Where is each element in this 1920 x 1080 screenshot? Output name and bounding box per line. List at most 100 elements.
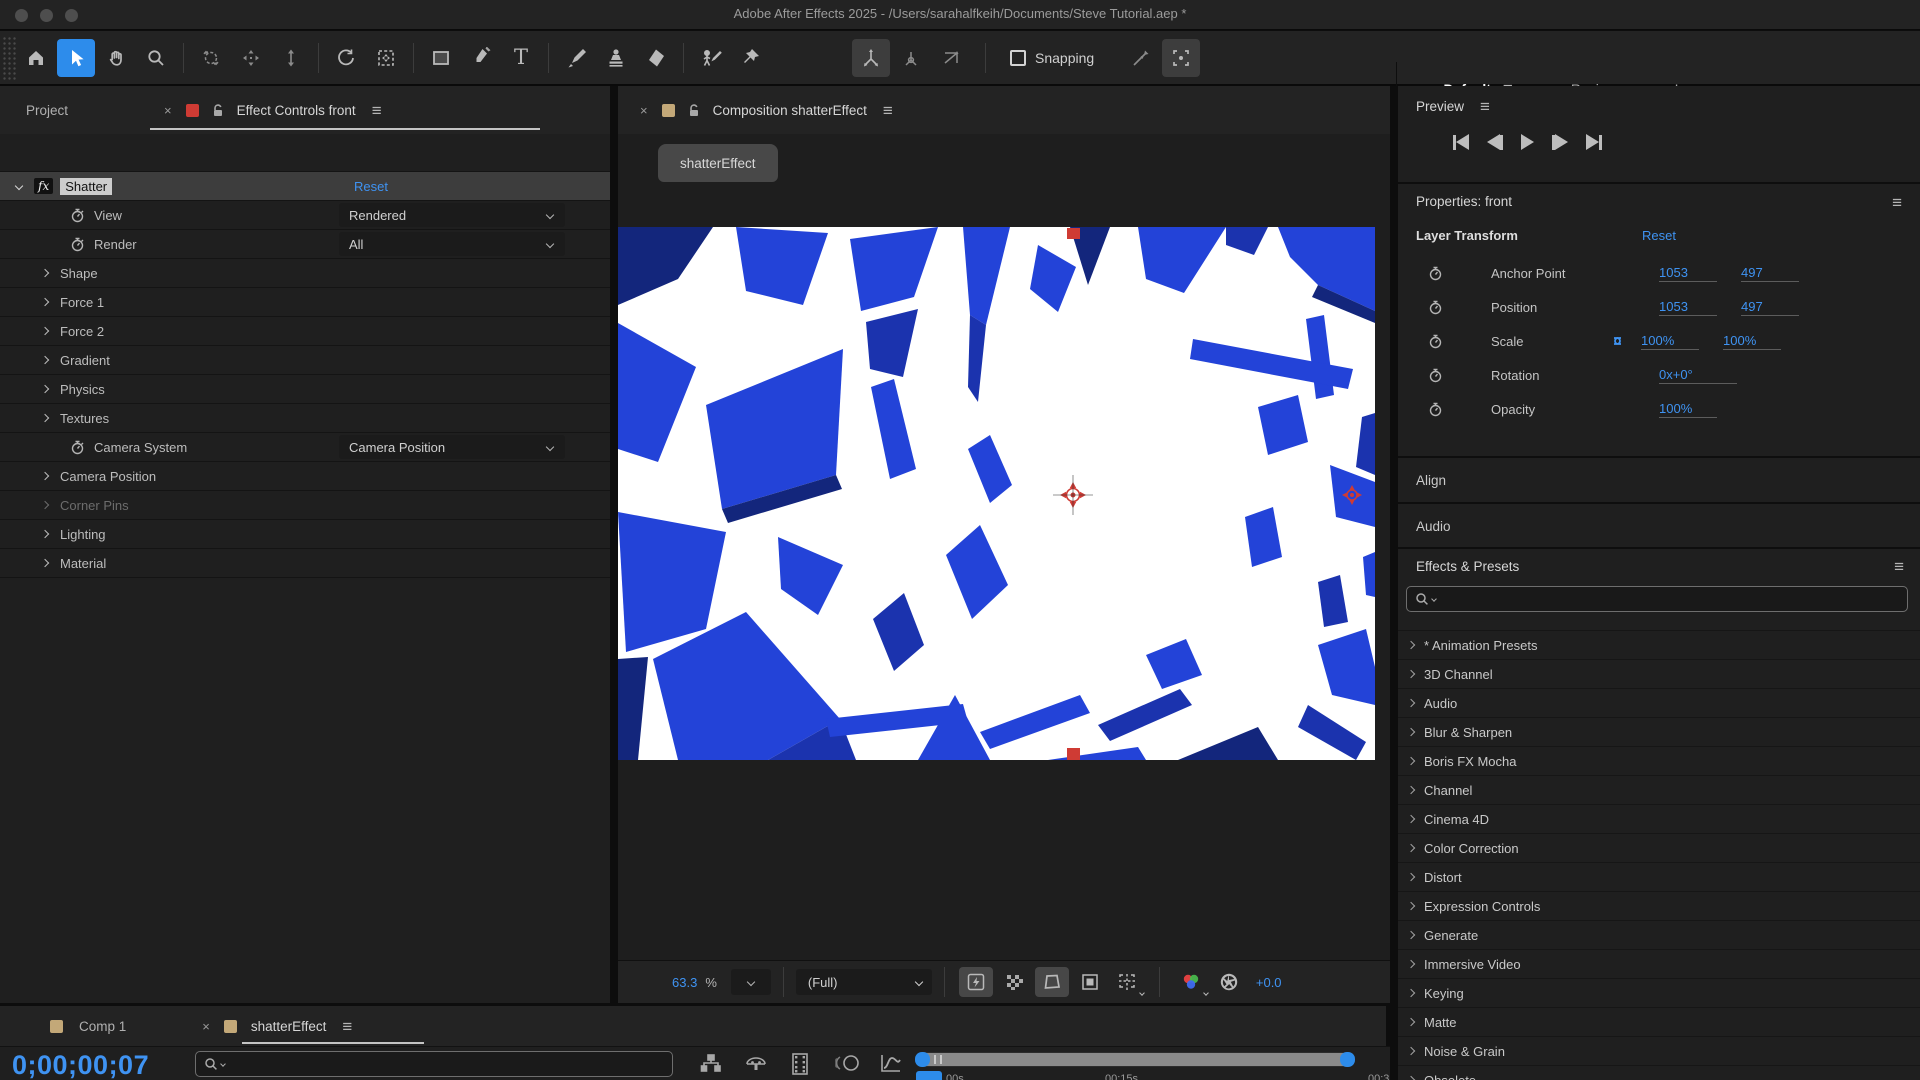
- stopwatch-icon[interactable]: [1428, 266, 1443, 281]
- motion-blur-icon[interactable]: [835, 1053, 861, 1073]
- fx-category-color-correction[interactable]: Color Correction: [1398, 833, 1920, 862]
- composition-mini-flowchart-icon[interactable]: [700, 1053, 722, 1073]
- properties-panel-title[interactable]: Properties: front: [1416, 194, 1512, 209]
- close-tab-icon[interactable]: ×: [164, 103, 172, 118]
- collapse-effect-icon[interactable]: [15, 182, 23, 190]
- clone-stamp-tool-icon[interactable]: [597, 39, 635, 77]
- fx-category-generate[interactable]: Generate: [1398, 920, 1920, 949]
- region-of-interest-button[interactable]: [1073, 967, 1107, 997]
- stopwatch-icon[interactable]: [1428, 402, 1443, 417]
- last-frame-button[interactable]: [1586, 134, 1602, 150]
- dolly-camera-tool-icon[interactable]: [272, 39, 310, 77]
- puppet-pin-tool-icon[interactable]: [732, 39, 770, 77]
- effect-group-lighting[interactable]: Lighting: [0, 519, 610, 548]
- hand-tool-icon[interactable]: [97, 39, 135, 77]
- transform-reset-button[interactable]: Reset: [1642, 228, 1676, 243]
- stopwatch-icon[interactable]: [1428, 368, 1443, 383]
- shy-toggle-icon[interactable]: [745, 1053, 767, 1073]
- close-tab-icon[interactable]: ×: [640, 103, 648, 118]
- timeline-search-input[interactable]: [195, 1051, 673, 1077]
- link-scale-icon[interactable]: [1609, 335, 1626, 347]
- snap-along-edges-icon[interactable]: [1122, 39, 1160, 77]
- current-timecode[interactable]: 0;00;00;07: [12, 1050, 149, 1080]
- view-axis-mode-icon[interactable]: [932, 39, 970, 77]
- fx-category-channel[interactable]: Channel: [1398, 775, 1920, 804]
- effect-header-row[interactable]: fx Shatter Reset: [0, 171, 610, 200]
- unlock-icon[interactable]: [211, 103, 225, 118]
- snapping-checkbox[interactable]: [1010, 50, 1026, 66]
- next-frame-button[interactable]: [1552, 134, 1568, 150]
- effect-group-corner-pins[interactable]: Corner Pins: [0, 490, 610, 519]
- fx-category-matte[interactable]: Matte: [1398, 1007, 1920, 1036]
- scale-x-value[interactable]: 100%: [1641, 333, 1699, 350]
- play-button[interactable]: [1521, 134, 1534, 150]
- composition-subtab[interactable]: shatterEffect: [658, 144, 778, 182]
- stopwatch-icon[interactable]: [70, 440, 85, 455]
- effects-search-input[interactable]: [1406, 586, 1908, 612]
- fx-category-noise-grain[interactable]: Noise & Grain: [1398, 1036, 1920, 1065]
- show-channel-button[interactable]: [1174, 967, 1208, 997]
- position-y-value[interactable]: 497: [1741, 299, 1799, 316]
- zoom-tool-icon[interactable]: [137, 39, 175, 77]
- world-axis-mode-icon[interactable]: [892, 39, 930, 77]
- mask-visibility-button[interactable]: [1035, 967, 1069, 997]
- resolution-dropdown[interactable]: (Full): [796, 969, 932, 995]
- fx-category-immersive-video[interactable]: Immersive Video: [1398, 949, 1920, 978]
- effect-reset-button[interactable]: Reset: [354, 179, 388, 194]
- pan-behind-tool-icon[interactable]: [367, 39, 405, 77]
- panel-menu-icon[interactable]: ≡: [372, 102, 382, 119]
- effect-group-shape[interactable]: Shape: [0, 258, 610, 287]
- transparency-grid-button[interactable]: [997, 967, 1031, 997]
- preview-panel-title[interactable]: Preview: [1416, 99, 1464, 114]
- eraser-tool-icon[interactable]: [637, 39, 675, 77]
- timeline-menu-icon[interactable]: ≡: [342, 1018, 352, 1035]
- fx-category-cinema-4d[interactable]: Cinema 4D: [1398, 804, 1920, 833]
- home-icon[interactable]: [17, 39, 55, 77]
- magnification-dropdown[interactable]: [731, 969, 771, 995]
- fx-category-blur-sharpen[interactable]: Blur & Sharpen: [1398, 717, 1920, 746]
- rotation-tool-icon[interactable]: [327, 39, 365, 77]
- navigator-end-handle[interactable]: [1340, 1052, 1355, 1067]
- previous-frame-button[interactable]: [1487, 134, 1503, 150]
- render-dropdown[interactable]: All: [339, 232, 565, 256]
- view-dropdown[interactable]: Rendered: [339, 203, 565, 227]
- roto-brush-tool-icon[interactable]: [692, 39, 730, 77]
- fx-category-obsolete[interactable]: Obsolete: [1398, 1065, 1920, 1080]
- unlock-icon[interactable]: [687, 103, 701, 118]
- fx-category-boris-fx-mocha[interactable]: Boris FX Mocha: [1398, 746, 1920, 775]
- effect-name[interactable]: Shatter: [60, 178, 112, 195]
- pan-camera-tool-icon[interactable]: [232, 39, 270, 77]
- brush-tool-icon[interactable]: [557, 39, 595, 77]
- composition-viewport[interactable]: [618, 227, 1375, 760]
- tab-project[interactable]: Project: [26, 103, 68, 118]
- camera-system-dropdown[interactable]: Camera Position: [339, 435, 565, 459]
- stopwatch-icon[interactable]: [70, 237, 85, 252]
- snap-to-features-icon[interactable]: [1162, 39, 1200, 77]
- time-navigator-bar[interactable]: [915, 1052, 1355, 1067]
- effects-presets-menu-icon[interactable]: ≡: [1894, 558, 1904, 575]
- toolbar-grip[interactable]: [2, 36, 16, 80]
- exposure-value[interactable]: +0.0: [1256, 975, 1282, 990]
- align-section-header[interactable]: Align: [1398, 458, 1920, 502]
- position-x-value[interactable]: 1053: [1659, 299, 1717, 316]
- tab-composition-shattereffect[interactable]: Composition shatterEffect: [713, 103, 867, 118]
- frame-blending-icon[interactable]: [790, 1053, 810, 1075]
- rectangle-tool-icon[interactable]: [422, 39, 460, 77]
- close-tab-icon[interactable]: ×: [202, 1019, 210, 1034]
- navigator-start-handle[interactable]: [915, 1052, 930, 1067]
- effect-group-camera-position[interactable]: Camera Position: [0, 461, 610, 490]
- opacity-value[interactable]: 100%: [1659, 401, 1717, 418]
- effect-group-gradient[interactable]: Gradient: [0, 345, 610, 374]
- fast-previews-button[interactable]: [959, 967, 993, 997]
- pen-tool-icon[interactable]: [462, 39, 500, 77]
- audio-section-header[interactable]: Audio: [1398, 504, 1920, 548]
- type-tool-icon[interactable]: T: [502, 39, 540, 77]
- stopwatch-icon[interactable]: [1428, 300, 1443, 315]
- tab-comp-1[interactable]: Comp 1: [79, 1019, 126, 1034]
- fx-category-keying[interactable]: Keying: [1398, 978, 1920, 1007]
- first-frame-button[interactable]: [1453, 134, 1469, 150]
- anchor-y-value[interactable]: 497: [1741, 265, 1799, 282]
- effects-presets-title[interactable]: Effects & Presets: [1416, 559, 1519, 574]
- grid-and-guides-button[interactable]: [1111, 967, 1145, 997]
- stopwatch-icon[interactable]: [70, 208, 85, 223]
